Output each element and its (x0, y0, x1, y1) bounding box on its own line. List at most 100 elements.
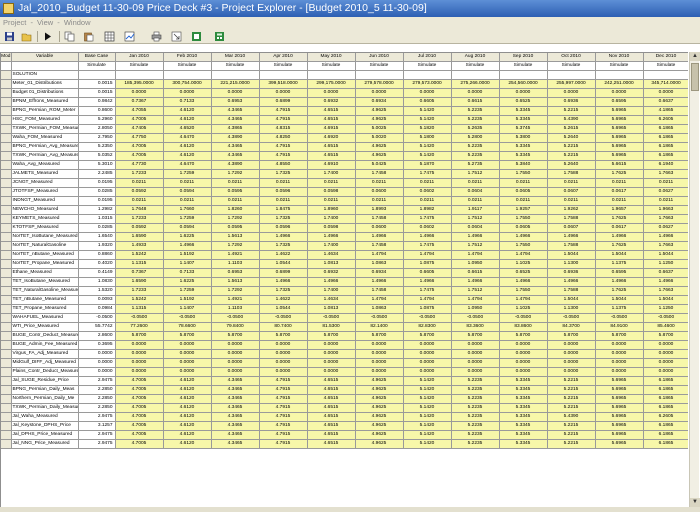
month-value-cell[interactable] (643, 70, 688, 80)
month-value-cell[interactable]: 4.8315 (259, 124, 308, 134)
month-value-cell[interactable]: 5.2235 (451, 430, 500, 440)
month-value-cell[interactable]: 1.7588 (547, 169, 596, 179)
month-value-cell[interactable]: 85.4600 (643, 322, 688, 332)
row-selector[interactable] (1, 70, 12, 80)
month-value-cell[interactable]: 0.6595 (595, 268, 644, 278)
calculator-icon[interactable] (214, 31, 225, 42)
base-case-cell[interactable]: 1.5320 (78, 286, 116, 296)
month-value-cell[interactable]: 5.3345 (499, 430, 548, 440)
table-row[interactable]: Jal_Keystone_DPHS_Price 3.1257 4.7005 4.612… (1, 421, 688, 431)
month-value-cell[interactable]: 5.3345 (499, 439, 548, 449)
month-value-cell[interactable]: 1.7625 (595, 214, 644, 224)
table-row[interactable]: Jal_SUGE_Residue_Price 2.9475 4.7005 4.6120… (1, 376, 688, 386)
print-icon[interactable] (151, 31, 162, 42)
chart-icon[interactable] (124, 31, 135, 42)
month-value-cell[interactable]: 1.0813 (307, 304, 356, 314)
month-value-cell[interactable]: 4.7915 (259, 106, 308, 116)
month-value-cell[interactable]: 6.1940 (643, 160, 688, 170)
month-value-cell[interactable]: 1.4966 (259, 232, 308, 242)
month-value-cell[interactable]: 4.9625 (355, 430, 404, 440)
month-value-cell[interactable]: 5.2215 (547, 403, 596, 413)
month-value-cell[interactable]: 1.4921 (211, 295, 260, 305)
column-header[interactable]: Feb 2010 (163, 53, 212, 62)
month-value-cell[interactable]: 5.8700 (307, 331, 356, 341)
month-value-cell[interactable] (211, 70, 260, 80)
base-case-cell[interactable]: 3.1257 (78, 421, 116, 431)
month-value-cell[interactable]: 1.5192 (163, 250, 212, 260)
month-value-cell[interactable] (451, 70, 500, 80)
variable-name-cell[interactable]: SOLUTION (11, 70, 79, 80)
month-value-cell[interactable]: 4.6515 (307, 421, 356, 431)
month-value-cell[interactable]: 4.7005 (115, 412, 164, 422)
variable-name-cell[interactable]: Waha_Avg_Measured (11, 160, 79, 170)
month-value-cell[interactable]: 5.1420 (403, 376, 452, 386)
month-value-cell[interactable]: 1.5242 (115, 250, 164, 260)
row-selector[interactable] (1, 142, 12, 152)
month-value-cell[interactable]: 4.6120 (163, 151, 212, 161)
row-selector[interactable] (1, 277, 12, 287)
variable-name-cell[interactable]: Meter_01_Distributions (11, 79, 79, 89)
month-value-cell[interactable]: 4.3465 (211, 430, 260, 440)
table-row[interactable]: BPNG_Permian_Avg_Measured 5.2350 4.7005 4.6… (1, 142, 688, 152)
horizontal-scrollbar[interactable] (0, 507, 700, 512)
month-value-cell[interactable]: 0.0211 (307, 196, 356, 206)
month-value-cell[interactable]: 0.0000 (259, 367, 308, 377)
month-value-cell[interactable]: 1.7259 (163, 214, 212, 224)
month-value-cell[interactable]: 399,518.0000 (259, 79, 308, 89)
month-value-cell[interactable]: 0.0598 (307, 223, 356, 233)
month-value-cell[interactable]: 4.8250 (259, 133, 308, 143)
month-value-cell[interactable]: 0.0000 (403, 358, 452, 368)
month-value-cell[interactable]: 0.6936 (547, 268, 596, 278)
vertical-scrollbar[interactable]: ▲ ▼ (689, 52, 700, 507)
base-case-cell[interactable]: 0.0984 (78, 304, 116, 314)
month-value-cell[interactable]: 0.6615 (451, 97, 500, 107)
month-value-cell[interactable]: 5.8700 (403, 331, 452, 341)
month-value-cell[interactable]: 0.0000 (115, 358, 164, 368)
month-value-cell[interactable]: 1.1315 (115, 304, 164, 314)
month-value-cell[interactable]: 0.0617 (595, 223, 644, 233)
month-value-cell[interactable]: 0.0211 (115, 178, 164, 188)
month-value-cell[interactable]: 4.3890 (211, 160, 260, 170)
base-case-cell[interactable]: 0.0015 (78, 88, 116, 98)
month-value-cell[interactable]: 5.6965 (595, 151, 644, 161)
month-value-cell[interactable]: 4.7915 (259, 439, 308, 449)
month-value-cell[interactable]: 0.0000 (403, 349, 452, 359)
row-selector[interactable] (1, 124, 12, 134)
month-value-cell[interactable]: 1.7512 (451, 214, 500, 224)
table-row[interactable]: INDNGT_Measured 0.0195 0.0211 0.0211 0.0211 0… (1, 196, 688, 206)
month-value-cell[interactable]: 5.2215 (547, 376, 596, 386)
base-case-cell[interactable]: 5.2960 (78, 115, 116, 125)
month-value-cell[interactable]: 4.3465 (211, 439, 260, 449)
table-row[interactable]: KTOTFSP_Measured 0.0285 0.0592 0.0594 0.0595… (1, 223, 688, 233)
month-value-cell[interactable]: 4.7915 (259, 142, 308, 152)
month-value-cell[interactable]: 0.0211 (211, 196, 260, 206)
month-value-cell[interactable]: 0.0592 (115, 223, 164, 233)
month-value-cell[interactable]: 4.1865 (643, 106, 688, 116)
month-value-cell[interactable]: 4.6920 (307, 133, 356, 143)
month-value-cell[interactable]: 0.0211 (163, 178, 212, 188)
month-value-cell[interactable]: 1.4966 (307, 232, 356, 242)
table-row[interactable]: NorTET_IsoButane_Measured 1.6540 1.6590 1.6… (1, 232, 688, 242)
month-value-cell[interactable]: 4.6120 (163, 385, 212, 395)
column-header[interactable]: Jan 2010 (115, 53, 164, 62)
month-value-cell[interactable]: 4.6120 (163, 376, 212, 386)
month-value-cell[interactable]: 6.1865 (643, 430, 688, 440)
month-value-cell[interactable]: 1.6590 (115, 232, 164, 242)
month-value-cell[interactable] (115, 70, 164, 80)
base-case-cell[interactable]: 5.0352 (78, 151, 116, 161)
month-value-cell[interactable]: 1.1103 (211, 259, 260, 269)
month-value-cell[interactable]: 0.0211 (259, 196, 308, 206)
month-value-cell[interactable]: 5.0425 (355, 160, 404, 170)
month-value-cell[interactable]: 4.7005 (115, 142, 164, 152)
month-value-cell[interactable]: 1.0950 (451, 259, 500, 269)
month-value-cell[interactable]: 1.5044 (643, 295, 688, 305)
table-row[interactable]: NEWCHO_Measured 1.2982 1.7648 1.7660 1.8260 1… (1, 205, 688, 215)
base-case-cell[interactable]: 0.0000 (78, 349, 116, 359)
month-value-cell[interactable]: 0.0000 (259, 358, 308, 368)
open-icon[interactable] (21, 31, 32, 42)
month-value-cell[interactable]: 0.0594 (163, 187, 212, 197)
month-value-cell[interactable]: 4.9625 (355, 394, 404, 404)
month-value-cell[interactable]: 5.1420 (403, 421, 452, 431)
month-value-cell[interactable]: 1.1375 (595, 259, 644, 269)
month-value-cell[interactable]: 4.3890 (211, 133, 260, 143)
